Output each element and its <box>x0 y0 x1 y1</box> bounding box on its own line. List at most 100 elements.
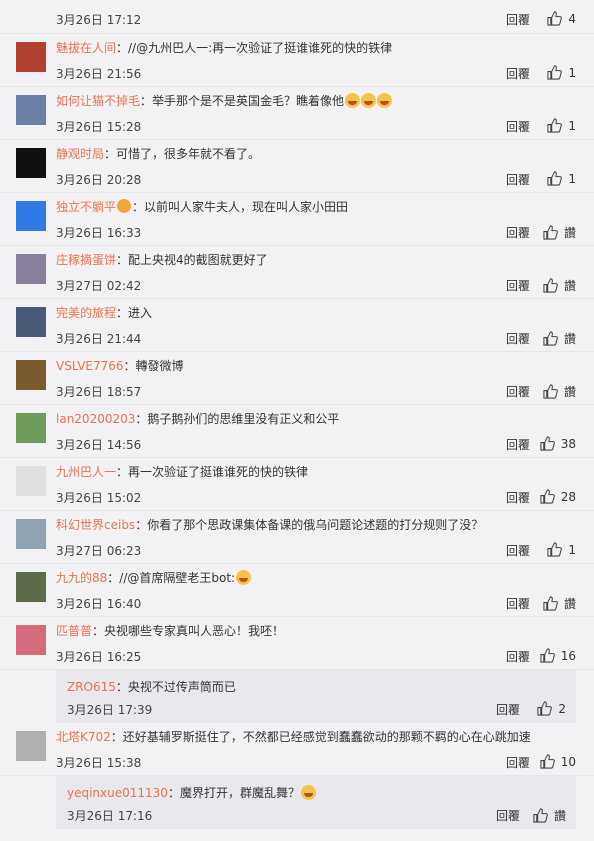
comment: 九州巴人一：再一次验证了挺谁谁死的快的铁律 3月26日 15:02 回覆 28 <box>0 458 594 511</box>
avatar[interactable] <box>16 307 46 337</box>
username-link[interactable]: 九州巴人一 <box>56 465 116 479</box>
like-button[interactable]: 讚 <box>543 224 576 241</box>
comment-text: ：再一次验证了挺谁谁死的快的铁律 <box>116 465 309 479</box>
avatar[interactable] <box>16 625 46 655</box>
reply-button[interactable]: 回覆 <box>506 595 530 612</box>
reply-button[interactable]: 回覆 <box>506 383 530 400</box>
badge-icon <box>117 199 132 213</box>
avatar[interactable] <box>16 413 46 443</box>
comment-text: ：央视不过传声筒而已 <box>115 680 236 694</box>
reply-button[interactable]: 回覆 <box>496 807 520 824</box>
comment-text: ：可惜了，很多年就不看了。 <box>104 147 261 161</box>
like-button[interactable]: 2 <box>537 701 566 716</box>
like-button[interactable]: 讚 <box>543 330 576 347</box>
thumbs-up-icon <box>533 808 548 823</box>
username-link[interactable]: 北塔K702 <box>56 730 111 744</box>
comment-text: ：魔界打开，群魔乱舞？ <box>167 786 300 800</box>
username-link[interactable]: 匹普普 <box>56 624 92 638</box>
comment: 北塔K702：还好基辅罗斯挺住了，不然都已经感觉到蠢蠢欲动的那颗不羁的心在心跳加… <box>0 723 594 776</box>
username-link[interactable]: 魅拔在人间 <box>56 41 116 55</box>
comment-body: 科幻世界ceibs：你看了那个思政课集体备课的俄乌问题论述题的打分规则了没？ <box>56 516 584 534</box>
reply-button[interactable]: 回覆 <box>506 489 530 506</box>
like-count: 讚 <box>563 279 576 293</box>
username-link[interactable]: VSLVE7766 <box>56 359 124 373</box>
like-button[interactable]: 讚 <box>543 277 576 294</box>
comment: lan20200203：鹅子鹅孙们的思维里没有正义和公平 3月26日 14:56… <box>0 405 594 458</box>
reply-button[interactable]: 回覆 <box>506 224 530 241</box>
comment: 九九的88：//@首席隔壁老王bot: 3月26日 16:40 回覆 讚 <box>0 564 594 617</box>
avatar[interactable] <box>16 519 46 549</box>
comment-date: 3月27日 06:23 <box>56 544 142 558</box>
reply-button[interactable]: 回覆 <box>506 436 530 453</box>
like-button[interactable]: 1 <box>547 118 576 133</box>
reply-button[interactable]: 回覆 <box>506 754 530 771</box>
comment: ZRO615：央视不过传声筒而已 3月26日 17:39 回覆 2 <box>56 670 576 723</box>
comment-date: 3月26日 17:12 <box>56 13 142 27</box>
thumbs-up-icon <box>543 278 558 293</box>
comment-list: 3月26日 17:12 回覆 4 魅拔在人间：//@九州巴人一:再一次验证了挺谁… <box>0 0 594 829</box>
like-button[interactable]: 1 <box>547 171 576 186</box>
comment-text: ：//@九州巴人一:再一次验证了挺谁谁死的快的铁律 <box>116 41 393 55</box>
like-button[interactable]: 28 <box>540 489 576 504</box>
reply-button[interactable]: 回覆 <box>506 118 530 135</box>
like-count: 10 <box>560 754 576 769</box>
username-link[interactable]: 完美的旅程 <box>56 306 116 320</box>
avatar[interactable] <box>16 42 46 72</box>
thumbs-up-icon <box>540 489 555 504</box>
username-link[interactable]: yeqinxue011130 <box>67 786 168 800</box>
comment-body: yeqinxue011130：魔界打开，群魔乱舞？ <box>67 784 566 802</box>
avatar[interactable] <box>16 95 46 125</box>
thumbs-up-icon <box>543 225 558 240</box>
reply-button[interactable]: 回覆 <box>506 648 530 665</box>
like-count: 4 <box>568 11 576 26</box>
avatar[interactable] <box>16 466 46 496</box>
reply-button[interactable]: 回覆 <box>506 277 530 294</box>
like-count: 1 <box>568 542 576 557</box>
like-count: 1 <box>568 118 576 133</box>
username-link[interactable]: 庄稼摘蛋饼 <box>56 253 116 267</box>
like-button[interactable]: 4 <box>547 11 576 26</box>
comment-body: 如何让猫不掉毛：举手那个是不是英国金毛？瞧着像他 <box>56 92 584 110</box>
thumbs-up-icon <box>543 596 558 611</box>
like-button[interactable]: 讚 <box>533 807 566 824</box>
avatar[interactable] <box>16 360 46 390</box>
emoji-icon <box>377 93 393 108</box>
comment-date: 3月26日 15:38 <box>56 756 142 770</box>
reply-button[interactable]: 回覆 <box>506 11 530 28</box>
like-count: 1 <box>568 65 576 80</box>
like-button[interactable]: 讚 <box>543 383 576 400</box>
avatar[interactable] <box>16 201 46 231</box>
like-count: 16 <box>560 648 576 663</box>
avatar[interactable] <box>16 731 46 761</box>
username-link[interactable]: ZRO615 <box>67 680 116 694</box>
reply-button[interactable]: 回覆 <box>506 171 530 188</box>
thumbs-up-icon <box>540 754 555 769</box>
avatar[interactable] <box>16 254 46 284</box>
emoji-icon <box>236 570 252 585</box>
username-link[interactable]: 静观时局 <box>56 147 104 161</box>
reply-button[interactable]: 回覆 <box>506 542 530 559</box>
username-link[interactable]: 如何让猫不掉毛 <box>56 94 140 108</box>
thumbs-up-icon <box>547 65 563 80</box>
comment: 完美的旅程：进入 3月26日 21:44 回覆 讚 <box>0 299 594 352</box>
username-link[interactable]: lan20200203 <box>56 412 135 426</box>
avatar[interactable] <box>16 148 46 178</box>
comment: 如何让猫不掉毛：举手那个是不是英国金毛？瞧着像他 3月26日 15:28 回覆 … <box>0 87 594 140</box>
like-button[interactable]: 讚 <box>543 595 576 612</box>
avatar[interactable] <box>16 572 46 602</box>
like-button[interactable]: 38 <box>540 436 576 451</box>
comment-partial: 3月26日 17:12 回覆 4 <box>0 0 594 34</box>
username-link[interactable]: 九九的88 <box>56 571 107 585</box>
reply-button[interactable]: 回覆 <box>496 701 520 718</box>
like-button[interactable]: 16 <box>540 648 576 663</box>
reply-button[interactable]: 回覆 <box>506 65 530 82</box>
like-button[interactable]: 1 <box>547 542 576 557</box>
like-count: 2 <box>558 701 566 716</box>
thumbs-up-icon <box>547 118 563 133</box>
like-button[interactable]: 10 <box>540 754 576 769</box>
username-link[interactable]: 独立不躺平 <box>56 200 116 214</box>
username-link[interactable]: 科幻世界ceibs <box>56 518 135 532</box>
like-count: 讚 <box>563 332 576 346</box>
reply-button[interactable]: 回覆 <box>506 330 530 347</box>
like-button[interactable]: 1 <box>547 65 576 80</box>
